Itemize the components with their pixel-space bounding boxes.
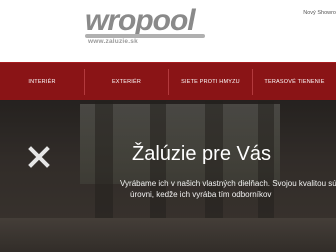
- hero-overlay: [0, 100, 336, 252]
- nav-item-insect-nets[interactable]: SIETE PROTI HMYZU: [169, 63, 252, 101]
- nav-item-exterier[interactable]: EXTERIÉR: [85, 63, 168, 101]
- hero-description: Vyrábame ich v našich vlastných dielňach…: [120, 178, 336, 200]
- nav-item-interier[interactable]: INTERIÉR: [0, 63, 84, 101]
- hero-description-line: úrovni, kedže ich vyrába tím odborníkov: [130, 190, 272, 199]
- hero-banner: Žalúzie pre Vás Vyrábame ich v našich vl…: [0, 100, 336, 252]
- wropool-logo[interactable]: wropool www.zaluzie.sk: [85, 4, 205, 54]
- main-nav: INTERIÉR EXTERIÉR SIETE PROTI HMYZU TERA…: [0, 62, 336, 101]
- nav-item-terrace-shading[interactable]: TERASOVÉ TIENENIE: [253, 63, 336, 101]
- header: wropool www.zaluzie.sk Nový Showro: [0, 0, 336, 62]
- logo-text: wropool: [85, 4, 196, 37]
- showroom-link[interactable]: Nový Showro: [303, 10, 336, 16]
- logo-url: www.zaluzie.sk: [88, 38, 138, 45]
- close-x-icon[interactable]: [28, 146, 50, 168]
- hero-description-line: Vyrábame ich v našich vlastných dielňach…: [120, 179, 336, 188]
- hero-title: Žalúzie pre Vás: [132, 143, 271, 165]
